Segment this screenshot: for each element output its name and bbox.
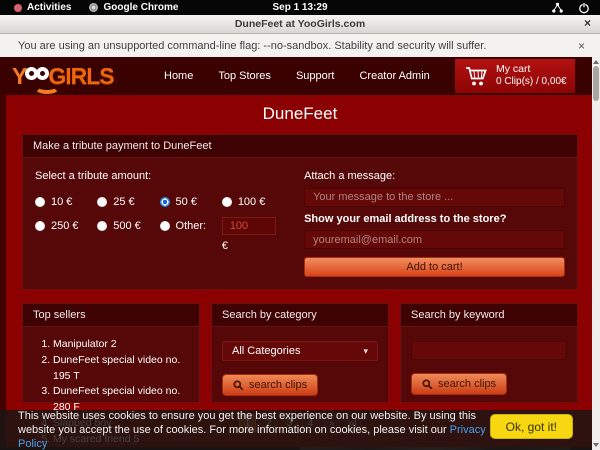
search-icon <box>233 380 244 391</box>
radio-icon[interactable] <box>97 221 107 231</box>
message-label: Attach a message: <box>304 170 565 182</box>
cookie-message: This website uses cookies to ensure you … <box>0 409 490 450</box>
page-title: DuneFeet <box>6 95 594 134</box>
cart-icon <box>464 65 488 87</box>
cart-label: My cart <box>496 63 567 76</box>
add-to-cart-button[interactable]: Add to cart! <box>304 257 565 277</box>
nav-item-home[interactable]: Home <box>164 70 193 82</box>
bottom-panels-row: Top sellers Manipulator 2DuneFeet specia… <box>22 303 578 403</box>
amount-option-label: Other: <box>176 220 207 232</box>
app-menu-button[interactable]: Google Chrome <box>89 2 178 13</box>
currency-label: € <box>222 240 284 252</box>
keyword-input[interactable] <box>411 341 567 360</box>
warning-message: You are using an unsupported command-lin… <box>18 40 486 52</box>
amount-options-grid: 10 € 25 € 50 € 100 € 250 € 500 € Other: € <box>35 196 284 252</box>
radio-icon[interactable] <box>97 197 107 207</box>
amount-option-label: 100 € <box>238 196 266 208</box>
search-category-panel: Search by category All Categories ▾ sear… <box>211 303 389 403</box>
search-icon <box>422 379 433 390</box>
activities-label: Activities <box>27 2 71 13</box>
site-logo[interactable]: Y GIRLS <box>12 64 150 88</box>
category-select[interactable]: All Categories ▾ <box>222 341 378 361</box>
radio-icon[interactable] <box>35 197 45 207</box>
radio-icon[interactable] <box>222 197 232 207</box>
warning-close-icon[interactable]: × <box>578 39 585 53</box>
window-close-icon[interactable]: × <box>584 16 591 30</box>
main-content: DuneFeet Make a tribute payment to DuneF… <box>6 95 594 447</box>
amount-option-label: 50 € <box>176 196 197 208</box>
cookie-message-text: This website uses cookies to ensure you … <box>18 410 476 436</box>
amount-option[interactable]: Other: <box>160 220 222 232</box>
cart-summary: 0 Clip(s) / 0,00€ <box>496 76 567 89</box>
amount-option[interactable]: 100 € <box>222 196 284 208</box>
top-sellers-panel: Top sellers Manipulator 2DuneFeet specia… <box>22 303 200 403</box>
top-sellers-title: Top sellers <box>23 304 199 327</box>
amount-option[interactable]: 250 € <box>35 220 97 232</box>
nav-item-creator-admin[interactable]: Creator Admin <box>359 70 429 82</box>
email-label: Show your email address to the store? <box>304 213 565 225</box>
power-tray-icon[interactable] <box>578 2 590 14</box>
window-titlebar[interactable]: DuneFeet at YooGirls.com × <box>0 15 600 34</box>
app-menu-label: Google Chrome <box>103 2 178 13</box>
activities-icon <box>14 4 22 12</box>
chevron-down-icon: ▾ <box>363 346 368 357</box>
amount-option-label: 500 € <box>113 220 141 232</box>
search-category-button-label: search clips <box>249 379 307 391</box>
nav-item-top-stores[interactable]: Top Stores <box>218 70 271 82</box>
logo-text-y: Y <box>12 64 26 88</box>
search-category-title: Search by category <box>212 304 388 327</box>
scrollbar-thumb[interactable] <box>593 66 599 101</box>
amount-option[interactable]: 10 € <box>35 196 97 208</box>
browser-viewport: Y GIRLS Home Top Stores Support Creator Adm… <box>0 57 600 450</box>
radio-icon[interactable] <box>160 221 170 231</box>
radio-icon[interactable] <box>160 197 170 207</box>
other-amount-cell: € <box>222 217 284 252</box>
search-keyword-button-label: search clips <box>438 378 496 390</box>
search-keyword-button[interactable]: search clips <box>411 373 507 395</box>
window-title: DuneFeet at YooGirls.com <box>235 18 365 30</box>
scrollbar-down-arrow-icon[interactable] <box>593 443 599 447</box>
category-selected-value: All Categories <box>232 345 300 357</box>
amount-option[interactable]: 50 € <box>160 196 222 208</box>
email-input[interactable] <box>304 230 565 249</box>
other-amount-input[interactable] <box>222 217 276 235</box>
network-tray-icon[interactable] <box>551 2 564 14</box>
search-keyword-title: Search by keyword <box>401 304 577 327</box>
top-seller-item[interactable]: DuneFeet special video no. 195 T <box>53 353 189 385</box>
search-category-button[interactable]: search clips <box>222 374 318 396</box>
radio-icon[interactable] <box>35 221 45 231</box>
logo-smile-icon <box>34 80 60 94</box>
chrome-warning-bar: You are using an unsupported command-lin… <box>0 34 600 57</box>
cart-widget[interactable]: My cart 0 Clip(s) / 0,00€ <box>455 59 575 93</box>
message-input[interactable] <box>304 188 565 207</box>
amount-option-label: 250 € <box>51 220 79 232</box>
amount-option[interactable]: 25 € <box>97 196 159 208</box>
page-scrollbar[interactable] <box>592 57 600 450</box>
nav-item-support[interactable]: Support <box>296 70 335 82</box>
system-top-bar: Activities Google Chrome Sep 1 13:29 <box>0 0 600 15</box>
cookie-accept-button[interactable]: Ok, got it! <box>490 414 573 439</box>
amount-option-label: 10 € <box>51 196 72 208</box>
scrollbar-up-arrow-icon[interactable] <box>593 60 599 64</box>
amount-option-label: 25 € <box>113 196 134 208</box>
chrome-app-icon <box>89 3 98 12</box>
top-seller-item[interactable]: Manipulator 2 <box>53 337 189 353</box>
site-header: Y GIRLS Home Top Stores Support Creator Adm… <box>0 57 600 95</box>
search-keyword-panel: Search by keyword search clips <box>400 303 578 403</box>
tribute-panel: Make a tribute payment to DuneFeet Selec… <box>22 134 578 290</box>
amount-option[interactable]: 500 € <box>97 220 159 232</box>
amount-section-label: Select a tribute amount: <box>35 170 284 182</box>
tribute-panel-title: Make a tribute payment to DuneFeet <box>23 135 577 158</box>
main-nav: Home Top Stores Support Creator Admin <box>164 70 430 82</box>
cookie-consent-bar: This website uses cookies to ensure you … <box>0 410 600 450</box>
activities-button[interactable]: Activities <box>14 2 71 13</box>
